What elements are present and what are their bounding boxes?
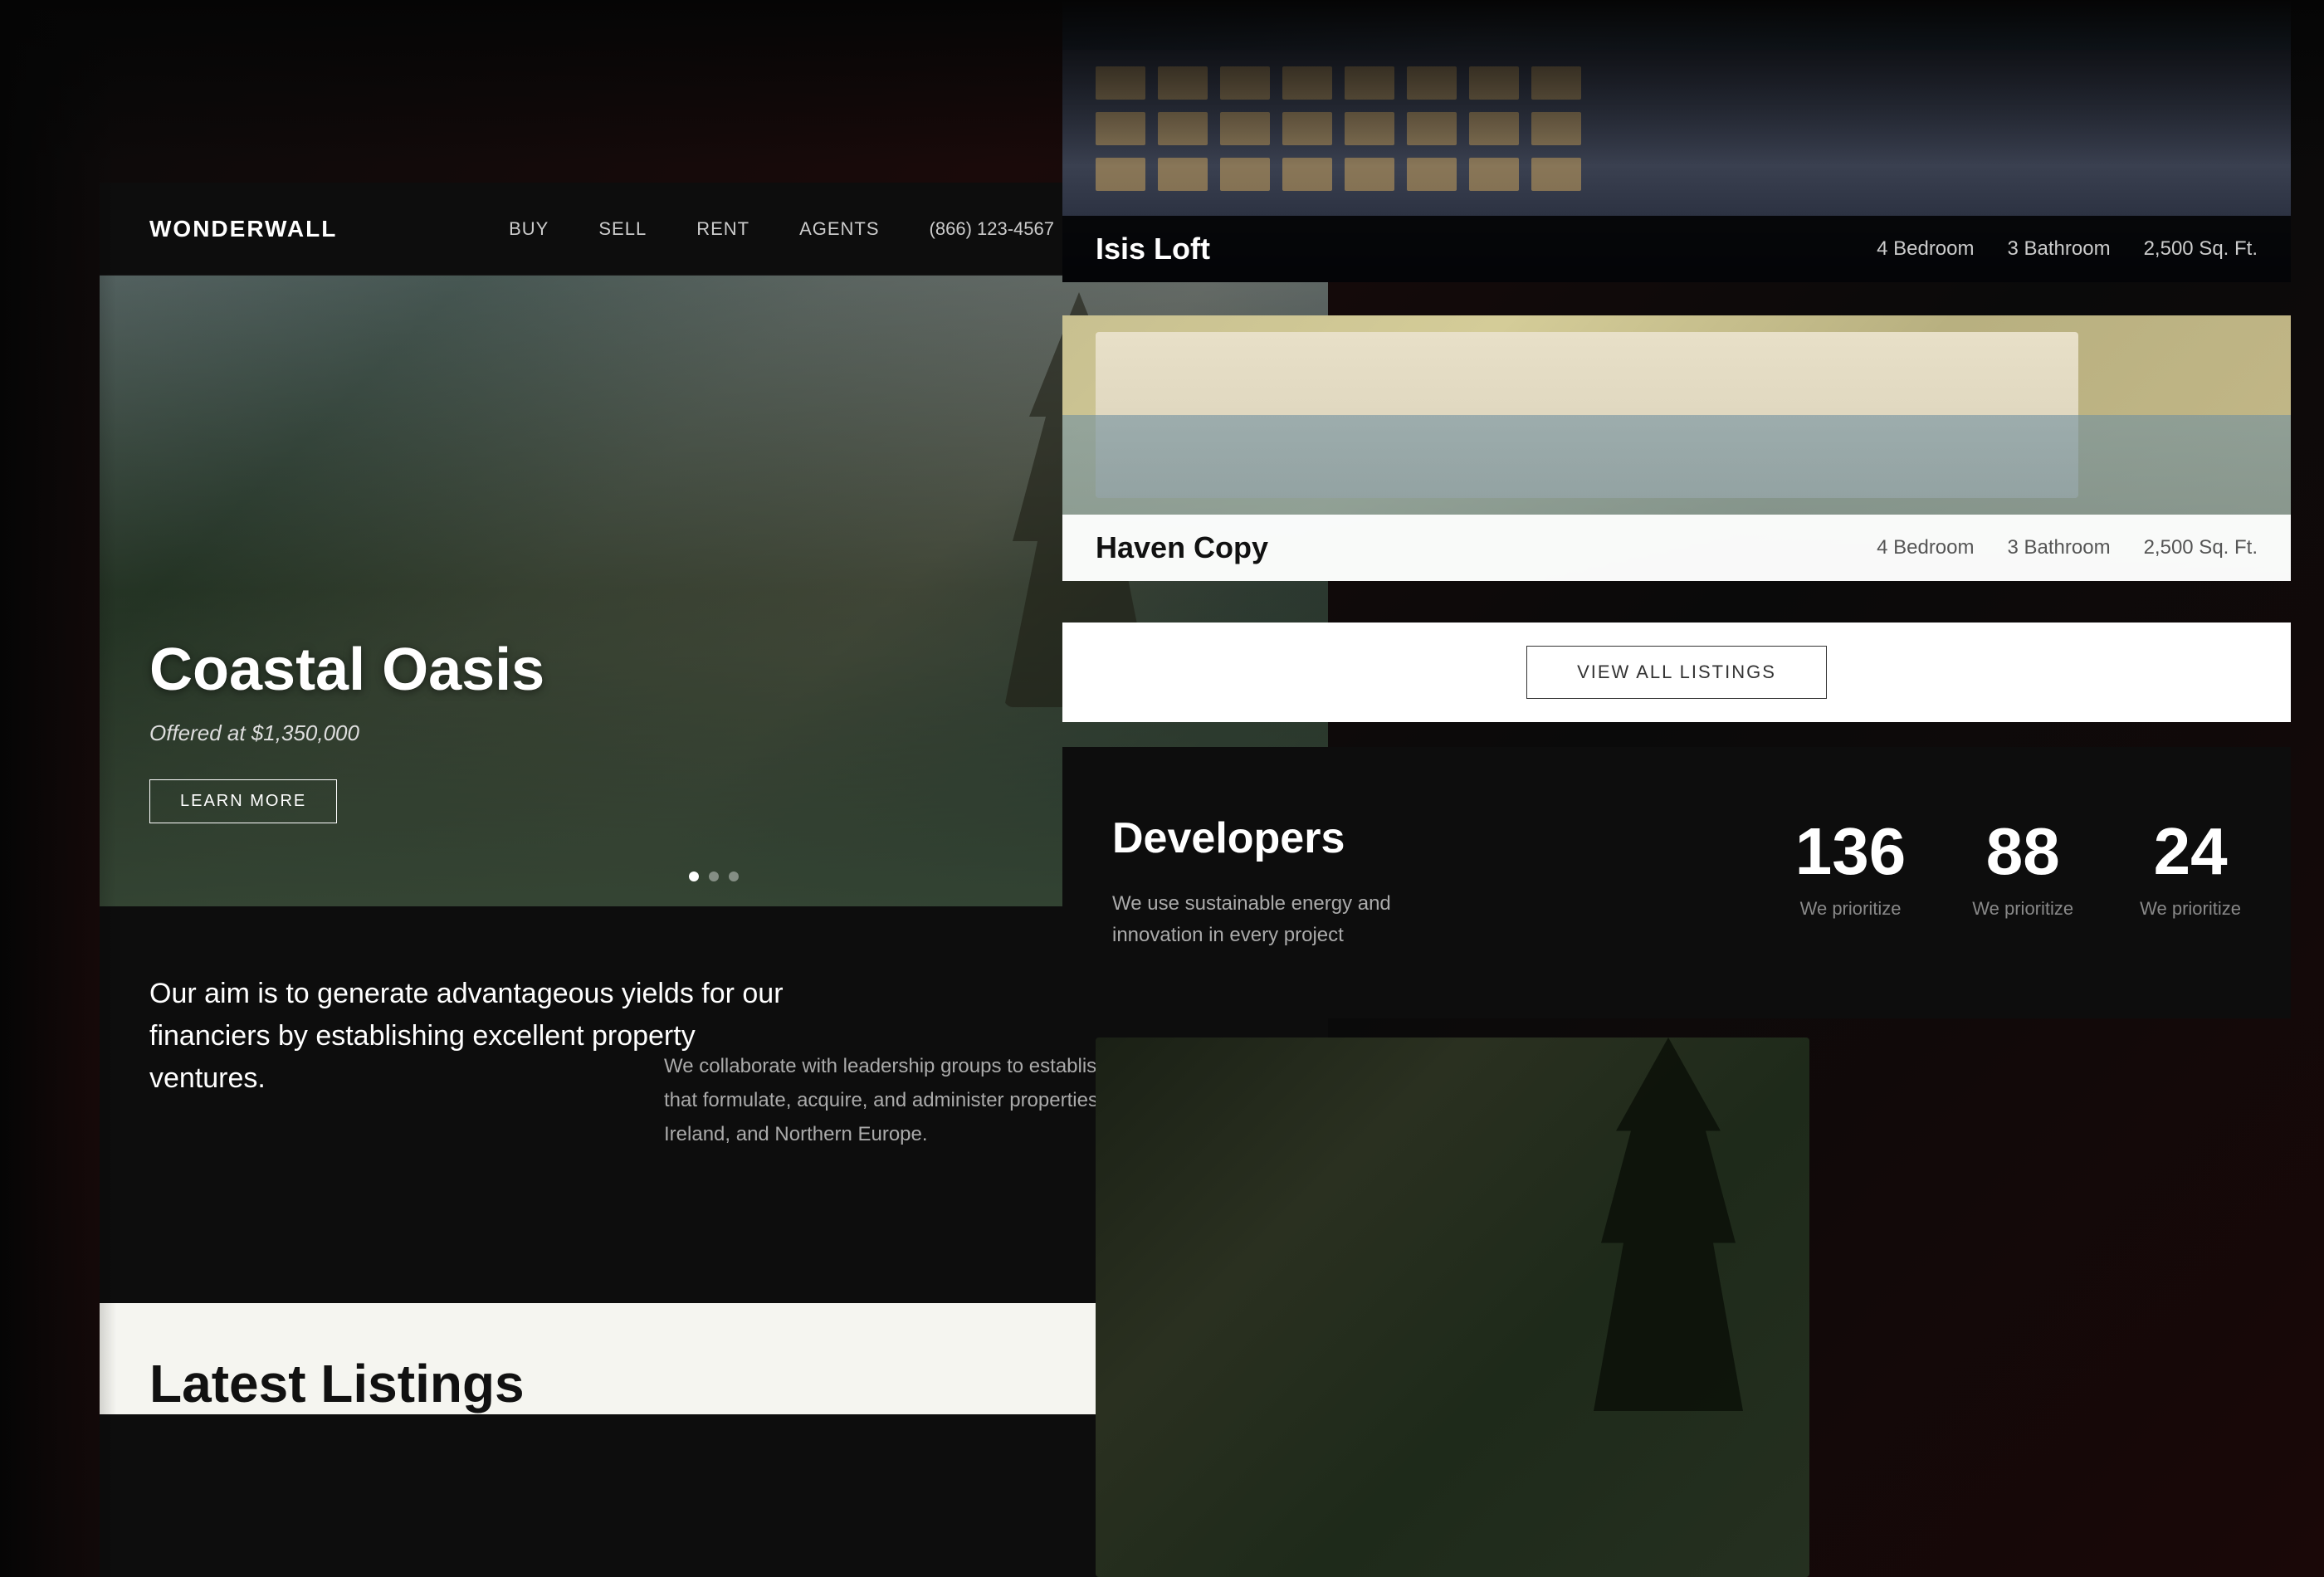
property-specs-isis-loft: 4 Bedroom 3 Bathroom 2,500 Sq. Ft. [1877,237,2258,261]
stats-heading: Developers [1112,813,1729,863]
dot-3[interactable] [729,872,739,881]
hero-subtitle: Offered at $1,350,000 [149,720,544,746]
dot-2[interactable] [709,872,719,881]
stats-numbers: 136 We prioritize 88 We prioritize 24 We… [1795,813,2241,920]
property-info-isis-loft: Isis Loft 4 Bedroom 3 Bathroom 2,500 Sq.… [1062,216,2291,282]
left-fade-overlay [0,0,116,1577]
hero-title: Coastal Oasis [149,636,544,704]
nav-links: BUY SELL RENT AGENTS [509,218,879,240]
stats-description: Developers We use sustainable energy and… [1112,813,1729,952]
stat-number-2: 88 [1972,813,2073,890]
nav-sell[interactable]: SELL [598,218,647,240]
dot-1[interactable] [689,872,699,881]
stats-section: Developers We use sustainable energy and… [1062,747,2291,1018]
property-specs-haven-copy: 4 Bedroom 3 Bathroom 2,500 Sq. Ft. [1877,536,2258,559]
hero-content: Coastal Oasis Offered at $1,350,000 LEAR… [149,636,544,823]
bathrooms-isis-loft: 3 Bathroom [2008,237,2111,261]
nav-rent[interactable]: RENT [696,218,749,240]
nav-buy[interactable]: BUY [509,218,549,240]
view-all-listings-button[interactable]: VIEW ALL LISTINGS [1526,646,1827,699]
bedrooms-isis-loft: 4 Bedroom [1877,237,1974,261]
property-name-isis-loft: Isis Loft [1096,232,1877,266]
brand-logo: WONDERWALL [149,216,337,242]
bottom-tree-decoration [1594,1038,1743,1411]
property-info-haven-copy: Haven Copy 4 Bedroom 3 Bathroom 2,500 Sq… [1062,515,2291,581]
stat-label-2: We prioritize [1972,898,2073,920]
hero-learn-more-button[interactable]: LEARN MORE [149,779,337,823]
nav-agents[interactable]: AGENTS [799,218,879,240]
stat-number-1: 136 [1795,813,1906,890]
bathrooms-haven-copy: 3 Bathroom [2008,536,2111,559]
sqft-isis-loft: 2,500 Sq. Ft. [2144,237,2258,261]
stat-number-3: 24 [2140,813,2241,890]
stat-item-2: 88 We prioritize [1972,813,2073,920]
bottom-property-image [1096,1038,1809,1577]
nav-phone: (866) 123-4567 [930,218,1054,240]
sqft-haven-copy: 2,500 Sq. Ft. [2144,536,2258,559]
view-all-section: VIEW ALL LISTINGS [1062,622,2291,722]
right-panel: Isis Loft 4 Bedroom 3 Bathroom 2,500 Sq.… [1062,0,2291,1577]
stats-desc-line1: We use sustainable energy and [1112,888,1729,920]
stat-label-1: We prioritize [1795,898,1906,920]
bedrooms-haven-copy: 4 Bedroom [1877,536,1974,559]
stats-desc-line2: innovation in every project [1112,920,1729,951]
hero-dots [689,872,739,881]
property-name-haven-copy: Haven Copy [1096,530,1877,565]
stat-label-3: We prioritize [2140,898,2241,920]
stat-item-1: 136 We prioritize [1795,813,1906,920]
top-fade-overlay [0,0,2324,166]
stat-item-3: 24 We prioritize [2140,813,2241,920]
property-card-haven-copy[interactable]: Haven Copy 4 Bedroom 3 Bathroom 2,500 Sq… [1062,315,2291,581]
